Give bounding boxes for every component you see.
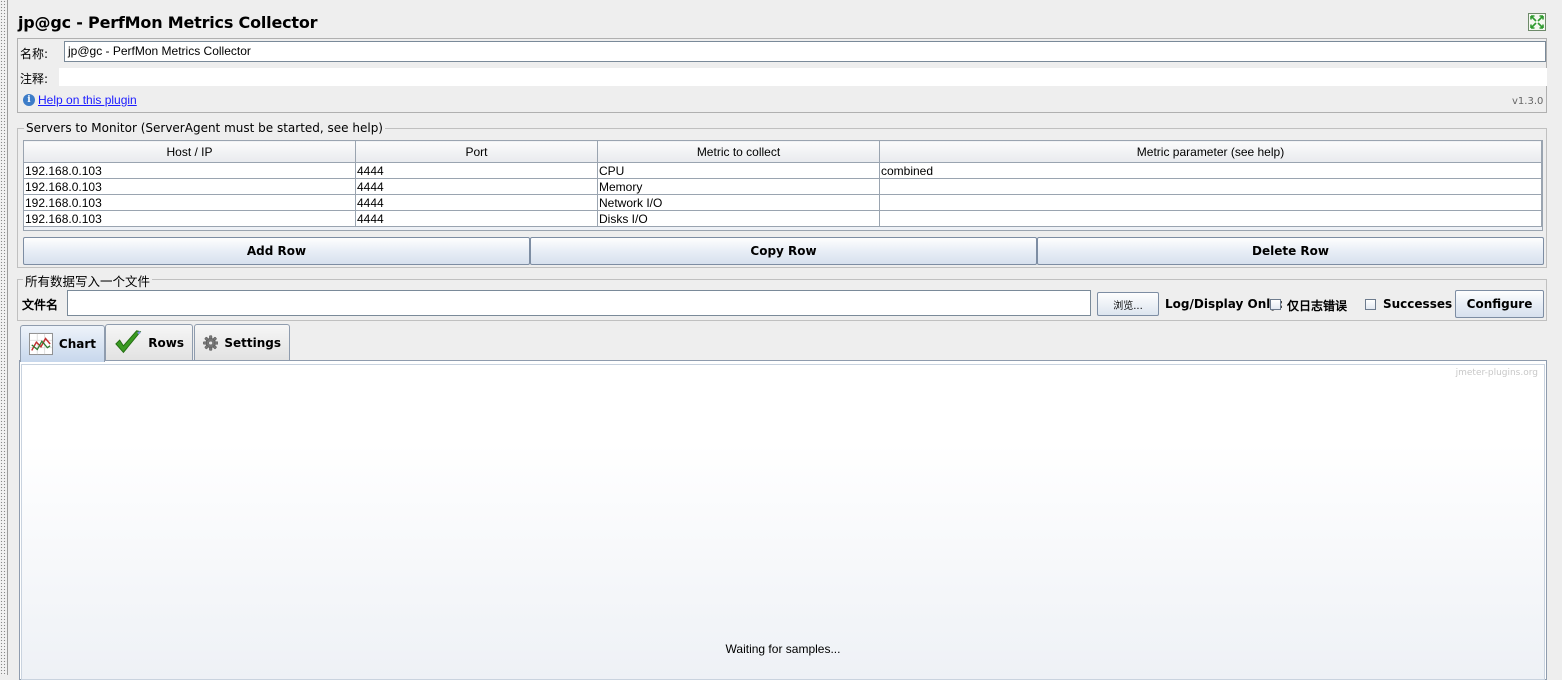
cell-host[interactable]: 192.168.0.103: [23, 162, 356, 179]
version-label: v1.3.0: [1512, 96, 1544, 107]
cell-host[interactable]: 192.168.0.103: [23, 194, 356, 211]
info-icon: i: [23, 94, 35, 106]
name-input[interactable]: jp@gc - PerfMon Metrics Collector: [64, 41, 1546, 62]
cell-metric[interactable]: Disks I/O: [597, 210, 880, 227]
cell-metric[interactable]: CPU: [597, 162, 880, 179]
column-header-metric[interactable]: Metric to collect: [597, 140, 880, 163]
tab-settings[interactable]: Settings: [194, 324, 290, 360]
table-row[interactable]: 192.168.0.103 4444 Memory: [23, 178, 1542, 195]
perfmon-panel: jp@gc - PerfMon Metrics Collector 名称: jp…: [9, 0, 1560, 680]
delete-row-button[interactable]: Delete Row: [1037, 237, 1544, 265]
servers-table: Host / IP Port Metric to collect Metric …: [23, 140, 1542, 227]
tab-rows[interactable]: Rows: [105, 324, 193, 360]
checkmark-icon: [115, 329, 142, 353]
filename-label: 文件名: [22, 298, 59, 312]
filename-input[interactable]: [67, 290, 1091, 316]
cell-metric[interactable]: Memory: [597, 178, 880, 195]
servers-legend: Servers to Monitor (ServerAgent must be …: [24, 121, 385, 135]
errors-label: 仅日志错误: [1287, 299, 1348, 313]
errors-checkbox[interactable]: [1270, 299, 1281, 310]
name-label: 名称:: [20, 47, 49, 61]
log-display-only-label: Log/Display Only:: [1165, 297, 1283, 311]
add-row-button[interactable]: Add Row: [23, 237, 530, 265]
configure-button[interactable]: Configure: [1455, 290, 1544, 318]
help-link-row: i Help on this plugin: [23, 93, 137, 107]
table-row[interactable]: 192.168.0.103 4444 Disks I/O: [23, 210, 1542, 227]
gear-icon: [203, 334, 219, 351]
comment-label: 注释:: [20, 72, 49, 86]
expand-icon[interactable]: [1528, 13, 1546, 31]
left-splitter[interactable]: [0, 0, 8, 675]
comment-input[interactable]: [59, 68, 1547, 86]
cell-host[interactable]: 192.168.0.103: [23, 210, 356, 227]
table-header-row: Host / IP Port Metric to collect Metric …: [23, 140, 1542, 163]
column-header-port[interactable]: Port: [355, 140, 598, 163]
cell-parameter[interactable]: combined: [879, 162, 1542, 179]
file-legend: 所有数据写入一个文件: [23, 271, 153, 290]
cell-port[interactable]: 4444: [355, 194, 598, 211]
cell-parameter[interactable]: [879, 178, 1542, 195]
column-header-host[interactable]: Host / IP: [23, 140, 356, 163]
cell-parameter[interactable]: [879, 194, 1542, 211]
chart-icon: [29, 332, 53, 356]
help-link[interactable]: Help on this plugin: [38, 93, 137, 107]
cell-metric[interactable]: Network I/O: [597, 194, 880, 211]
tab-settings-label: Settings: [224, 335, 281, 350]
chart-area[interactable]: jmeter-plugins.org Waiting for samples..…: [21, 364, 1545, 680]
watermark: jmeter-plugins.org: [1455, 368, 1538, 378]
tab-chart-label: Chart: [58, 337, 96, 351]
cell-port[interactable]: 4444: [355, 210, 598, 227]
cell-parameter[interactable]: [879, 210, 1542, 227]
cell-port[interactable]: 4444: [355, 162, 598, 179]
browse-button[interactable]: 浏览...: [1097, 292, 1159, 316]
tab-chart[interactable]: Chart: [20, 325, 105, 362]
copy-row-button[interactable]: Copy Row: [530, 237, 1037, 265]
column-header-parameter[interactable]: Metric parameter (see help): [879, 140, 1542, 163]
successes-checkbox[interactable]: [1365, 299, 1376, 310]
table-row[interactable]: 192.168.0.103 4444 Network I/O: [23, 194, 1542, 211]
waiting-message: Waiting for samples...: [725, 642, 841, 656]
page-title: jp@gc - PerfMon Metrics Collector: [18, 13, 318, 32]
cell-host[interactable]: 192.168.0.103: [23, 178, 356, 195]
table-row[interactable]: 192.168.0.103 4444 CPU combined: [23, 162, 1542, 179]
cell-port[interactable]: 4444: [355, 178, 598, 195]
successes-label: Successes: [1383, 297, 1453, 311]
tab-rows-label: Rows: [148, 335, 184, 350]
